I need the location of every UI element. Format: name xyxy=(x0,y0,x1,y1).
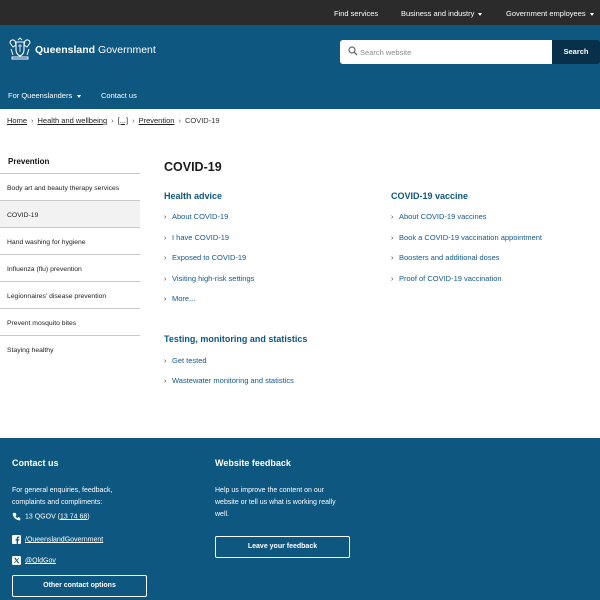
caret-down-icon xyxy=(77,94,82,98)
link-label: Wastewater monitoring and statistics xyxy=(172,376,294,385)
section-nav-item[interactable]: Legionnaires' disease prevention xyxy=(0,282,140,309)
caret-down-icon xyxy=(478,12,483,16)
nav-for-queenslanders[interactable]: For Queenslanders xyxy=(8,91,82,100)
footer-phone: 13 QGOV (13 74 68) xyxy=(12,512,90,521)
link-get-tested[interactable]: › Get tested xyxy=(164,356,207,365)
footer-feedback-text: Help us improve the content on our websi… xyxy=(215,487,336,518)
breadcrumb-health[interactable]: Health and wellbeing xyxy=(38,116,108,125)
link-label: About COVID-19 vaccines xyxy=(399,212,487,221)
breadcrumb-ellipsis[interactable]: [...] xyxy=(118,116,128,125)
breadcrumb: Home › Health and wellbeing › [...] › Preventi… xyxy=(7,116,220,125)
find-services-link[interactable]: Find services xyxy=(334,9,378,18)
chevron-right-icon: › xyxy=(164,276,167,283)
link-label: Exposed to COVID-19 xyxy=(172,253,247,262)
link-proof-vaccination[interactable]: › Proof of COVID-19 vaccination xyxy=(391,274,502,283)
section-nav-item[interactable]: Staying healthy xyxy=(0,336,140,363)
utility-bar: Find services Business and industry Gove… xyxy=(0,0,600,25)
section-nav-item[interactable]: Prevent mosquito bites xyxy=(0,309,140,336)
footer-x: @QldGov xyxy=(12,556,56,565)
link-label: Book a COVID-19 vaccination appointment xyxy=(399,233,542,242)
chevron-right-icon: › xyxy=(164,358,167,365)
section-nav-item[interactable]: Hand washing for hygiene xyxy=(0,228,140,255)
footer-contact-heading: Contact us xyxy=(12,458,59,468)
breadcrumb-home[interactable]: Home xyxy=(7,116,27,125)
search-button[interactable]: Search xyxy=(552,40,600,64)
phone-icon xyxy=(12,512,21,521)
chevron-right-icon: › xyxy=(164,296,167,303)
chevron-right-icon: › xyxy=(391,214,394,221)
link-wastewater[interactable]: › Wastewater monitoring and statistics xyxy=(164,376,294,385)
section-nav-item[interactable]: Influenza (flu) prevention xyxy=(0,255,140,282)
search-box xyxy=(340,40,552,64)
chevron-right-icon: › xyxy=(178,116,181,125)
link-boosters[interactable]: › Boosters and additional doses xyxy=(391,253,500,262)
covid-vaccine-heading[interactable]: COVID-19 vaccine xyxy=(391,191,468,201)
search-icon xyxy=(348,46,358,56)
link-about-vaccines[interactable]: › About COVID-19 vaccines xyxy=(391,212,487,221)
chevron-right-icon: › xyxy=(31,116,34,125)
footer-feedback-heading: Website feedback xyxy=(215,458,291,468)
government-employees-label: Government employees xyxy=(506,9,586,18)
phone-suffix: ) xyxy=(87,513,90,521)
chevron-right-icon: › xyxy=(164,255,167,262)
brand-rest: Government xyxy=(95,44,156,56)
nav-contact-us[interactable]: Contact us xyxy=(101,91,137,100)
caret-down-icon xyxy=(589,12,594,16)
link-about-covid[interactable]: › About COVID-19 xyxy=(164,212,228,221)
chevron-right-icon: › xyxy=(391,255,394,262)
chevron-right-icon: › xyxy=(164,378,167,385)
link-label: Proof of COVID-19 vaccination xyxy=(399,274,502,283)
testing-heading[interactable]: Testing, monitoring and statistics xyxy=(164,334,307,344)
section-nav: Prevention Body art and beauty therapy s… xyxy=(0,147,140,363)
link-more[interactable]: › More... xyxy=(164,294,195,303)
site-brand[interactable]: Queensland Government xyxy=(35,44,156,56)
link-label: Visiting high-risk settings xyxy=(172,274,255,283)
breadcrumb-prevention[interactable]: Prevention xyxy=(139,116,175,125)
site-footer: Contact us For general enquiries, feedba… xyxy=(0,438,600,600)
facebook-icon xyxy=(12,535,21,544)
leave-feedback-button[interactable]: Leave your feedback xyxy=(215,536,350,558)
phone-prefix: 13 QGOV ( xyxy=(25,513,61,521)
x-twitter-icon xyxy=(12,556,21,565)
link-label: Boosters and additional doses xyxy=(399,253,500,262)
x-link[interactable]: @QldGov xyxy=(25,557,56,564)
section-nav-title[interactable]: Prevention xyxy=(0,147,140,174)
government-employees-menu[interactable]: Government employees xyxy=(506,9,594,18)
chevron-right-icon: › xyxy=(391,276,394,283)
link-label: More... xyxy=(172,294,196,303)
breadcrumb-current: COVID-19 xyxy=(184,116,220,125)
link-exposed[interactable]: › Exposed to COVID-19 xyxy=(164,253,246,262)
section-nav-item[interactable]: Body art and beauty therapy services xyxy=(0,174,140,201)
facebook-link[interactable]: /QueenslandGovernment xyxy=(25,536,103,543)
search-input[interactable] xyxy=(360,43,546,61)
section-nav-item-active[interactable]: COVID-19 xyxy=(0,201,140,228)
chevron-right-icon: › xyxy=(391,235,394,242)
chevron-right-icon: › xyxy=(164,235,167,242)
business-industry-label: Business and industry xyxy=(401,9,475,18)
link-i-have-covid[interactable]: › I have COVID-19 xyxy=(164,233,229,242)
site-header: Queensland Government Search For Queensl… xyxy=(0,25,600,109)
nav-for-queenslanders-label: For Queenslanders xyxy=(8,91,73,100)
link-book-vaccination[interactable]: › Book a COVID-19 vaccination appointment xyxy=(391,233,542,242)
page-title: COVID-19 xyxy=(164,160,222,174)
health-advice-heading[interactable]: Health advice xyxy=(164,191,222,201)
business-industry-menu[interactable]: Business and industry xyxy=(401,9,483,18)
link-label: About COVID-19 xyxy=(172,212,229,221)
chevron-right-icon: › xyxy=(164,214,167,221)
link-high-risk[interactable]: › Visiting high-risk settings xyxy=(164,274,254,283)
link-label: Get tested xyxy=(172,356,207,365)
other-contact-options-button[interactable]: Other contact options xyxy=(12,575,147,597)
chevron-right-icon: › xyxy=(111,116,114,125)
phone-link[interactable]: 13 74 68 xyxy=(60,513,87,520)
link-label: I have COVID-19 xyxy=(172,233,230,242)
footer-contact-text: For general enquiries, feedback, complai… xyxy=(12,487,113,506)
queensland-crest-icon[interactable] xyxy=(7,37,33,61)
brand-bold: Queensland xyxy=(35,44,96,56)
footer-facebook: /QueenslandGovernment xyxy=(12,535,103,544)
chevron-right-icon: › xyxy=(132,116,135,125)
